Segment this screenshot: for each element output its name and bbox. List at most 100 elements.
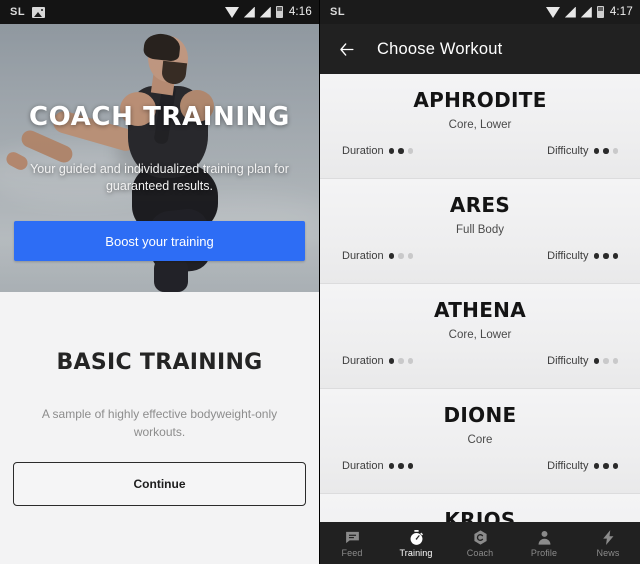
rating-dots <box>593 358 618 364</box>
nav-item-coach[interactable]: Coach <box>448 529 512 558</box>
rating-dots <box>388 253 414 259</box>
dual-phone-screenshot: SL 4:16 COACH TRAINING Your guided and i… <box>0 0 640 564</box>
workout-card[interactable]: KRIOS <box>320 494 640 522</box>
signal-icon <box>580 6 592 18</box>
rating-dot-filled <box>388 463 395 469</box>
clock-label: 4:17 <box>609 6 633 18</box>
nav-label: Training <box>399 547 433 558</box>
workout-tags: Core, Lower <box>448 329 512 341</box>
workout-list[interactable]: APHRODITE Core, Lower Duration Difficulty AR… <box>320 74 640 522</box>
rating-dot-empty <box>612 358 618 364</box>
rating-dot-filled <box>398 148 404 154</box>
nav-item-profile[interactable]: Profile <box>512 529 576 558</box>
signal-icon <box>243 6 255 18</box>
difficulty-meter: Difficulty <box>547 250 618 262</box>
duration-meter: Duration <box>342 250 414 262</box>
nav-label: News <box>596 547 620 558</box>
arrow-left-icon <box>339 42 354 56</box>
hero-title: COACH TRAINING <box>29 102 290 132</box>
page-title: Choose Workout <box>377 39 503 58</box>
wifi-icon <box>545 6 560 18</box>
workout-meta: Duration Difficulty <box>320 355 640 367</box>
hexagon-c-icon <box>472 529 489 546</box>
difficulty-label: Difficulty <box>547 250 589 262</box>
rating-dots <box>388 358 414 364</box>
rating-dot-empty <box>603 358 609 364</box>
workout-tags: Core <box>467 434 493 446</box>
difficulty-label: Difficulty <box>547 145 589 157</box>
difficulty-label: Difficulty <box>547 460 589 472</box>
workout-tags: Core, Lower <box>448 119 512 131</box>
workout-name: KRIOS <box>444 508 516 522</box>
continue-button[interactable]: Continue <box>13 462 306 506</box>
duration-meter: Duration <box>342 145 414 157</box>
rating-dot-filled <box>388 148 395 154</box>
workout-meta: Duration Difficulty <box>320 145 640 157</box>
workout-card[interactable]: ATHENA Core, Lower Duration Difficulty <box>320 284 640 389</box>
clock-label: 4:16 <box>288 6 312 18</box>
nav-label: Profile <box>530 547 558 558</box>
nav-item-feed[interactable]: Feed <box>320 529 384 558</box>
stopwatch-icon <box>408 529 425 546</box>
signal-icon <box>259 6 271 18</box>
rating-dot-filled <box>612 253 618 259</box>
rating-dot-filled <box>612 463 618 469</box>
workout-card[interactable]: APHRODITE Core, Lower Duration Difficulty <box>320 74 640 179</box>
rating-dot-empty <box>398 253 404 259</box>
duration-label: Duration <box>342 145 384 157</box>
workout-card[interactable]: DIONE Core Duration Difficulty <box>320 389 640 494</box>
workout-name: DIONE <box>443 403 517 427</box>
nav-item-training[interactable]: Training <box>384 529 448 558</box>
wifi-icon <box>224 6 239 18</box>
difficulty-meter: Difficulty <box>547 460 618 472</box>
left-phone-screen: SL 4:16 COACH TRAINING Your guided and i… <box>0 0 320 564</box>
workout-meta: Duration Difficulty <box>320 460 640 472</box>
chat-bubble-icon <box>344 529 361 546</box>
status-bar-left: SL 4:16 <box>0 0 319 24</box>
status-bar-right-group: 4:17 <box>545 6 633 18</box>
nav-item-news[interactable]: News <box>576 529 640 558</box>
rating-dot-filled <box>407 463 414 469</box>
basic-training-subtitle: A sample of highly effective bodyweight-… <box>41 407 278 439</box>
person-icon <box>536 529 553 546</box>
nav-label: Coach <box>466 547 494 558</box>
duration-meter: Duration <box>342 355 414 367</box>
lightning-bolt-icon <box>600 529 617 546</box>
carrier-label: SL <box>330 6 346 18</box>
rating-dots <box>388 463 414 469</box>
right-phone-screen: SL 4:17 Choose Workout APHRODITE Core, Lo… <box>320 0 640 564</box>
basic-training-section: BASIC TRAINING A sample of highly effect… <box>0 292 319 564</box>
rating-dot-filled <box>593 253 599 259</box>
rating-dots <box>593 253 618 259</box>
rating-dots <box>593 148 618 154</box>
signal-icon <box>564 6 576 18</box>
difficulty-meter: Difficulty <box>547 145 618 157</box>
rating-dots <box>388 148 414 154</box>
boost-your-training-button[interactable]: Boost your training <box>14 221 305 261</box>
status-bar-left-group: SL <box>10 6 46 18</box>
duration-meter: Duration <box>342 460 414 472</box>
duration-label: Duration <box>342 355 384 367</box>
difficulty-meter: Difficulty <box>547 355 618 367</box>
status-bar-right-group: 4:16 <box>224 6 312 18</box>
rating-dot-filled <box>593 358 599 364</box>
rating-dot-filled <box>388 358 395 364</box>
rating-dot-filled <box>388 253 395 259</box>
basic-training-title: BASIC TRAINING <box>56 350 263 375</box>
rating-dots <box>593 463 618 469</box>
duration-label: Duration <box>342 460 384 472</box>
workout-name: ATHENA <box>434 298 526 322</box>
nav-label: Feed <box>341 547 363 558</box>
rating-dot-filled <box>593 463 599 469</box>
workout-name: APHRODITE <box>413 88 547 112</box>
back-button[interactable] <box>333 36 359 62</box>
battery-icon <box>596 6 604 18</box>
app-bar: Choose Workout <box>320 24 640 74</box>
rating-dot-filled <box>593 148 599 154</box>
workout-card[interactable]: ARES Full Body Duration Difficulty <box>320 179 640 284</box>
rating-dot-filled <box>603 253 609 259</box>
rating-dot-empty <box>407 148 414 154</box>
workout-meta: Duration Difficulty <box>320 250 640 262</box>
battery-icon <box>275 6 283 18</box>
rating-dot-empty <box>612 148 618 154</box>
